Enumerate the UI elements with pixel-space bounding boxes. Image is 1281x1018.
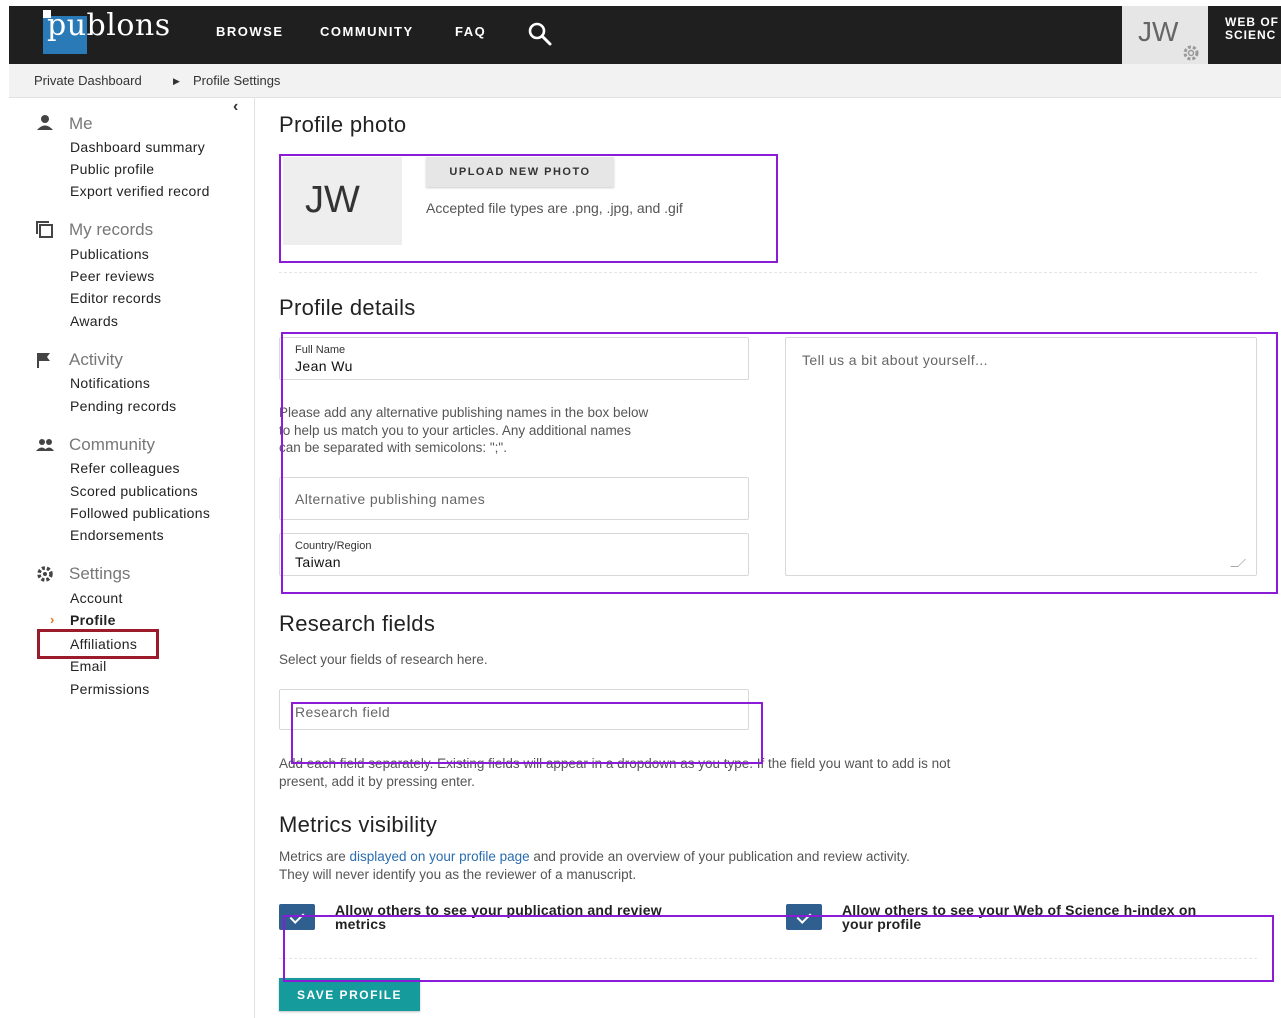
metrics-visibility-heading: Metrics visibility xyxy=(279,812,438,837)
search-icon[interactable] xyxy=(527,21,553,47)
sidebar-item-scored-publications[interactable]: Scored publications xyxy=(70,483,198,499)
photo-initials: JW xyxy=(305,179,360,221)
h-index-checkbox[interactable] xyxy=(786,904,822,930)
publication-metrics-label: Allow others to see your publication and… xyxy=(335,903,662,931)
research-field-help: Add each field separately. Existing fiel… xyxy=(279,755,950,790)
breadcrumb-dashboard[interactable]: Private Dashboard xyxy=(34,73,142,88)
sidebar-item-profile[interactable]: Profile xyxy=(70,612,116,628)
section-divider xyxy=(279,272,1257,273)
metrics-description: Metrics are displayed on your profile pa… xyxy=(279,848,910,883)
research-fields-heading: Research fields xyxy=(279,611,436,636)
full-name-label: Full Name xyxy=(295,344,346,356)
sidebar-item-followed-publications[interactable]: Followed publications xyxy=(70,505,210,521)
sidebar-section-community: Community xyxy=(69,435,155,454)
research-field-placeholder: Research field xyxy=(295,704,391,720)
metrics-text-b: and provide an overview of your publicat… xyxy=(529,849,910,864)
research-field-help-line-2: present, add it by pressing enter. xyxy=(279,773,475,789)
full-name-value: Jean Wu xyxy=(295,358,353,374)
alt-names-help-line-2: to help us match you to your articles. A… xyxy=(279,422,631,438)
sidebar-item-editor-records[interactable]: Editor records xyxy=(70,290,161,306)
sidebar-item-permissions[interactable]: Permissions xyxy=(70,681,150,697)
nav-faq[interactable]: FAQ xyxy=(455,24,486,39)
strikethrough-annotation xyxy=(292,762,762,763)
affiliations-highlight-annotation xyxy=(37,629,159,659)
country-region-value: Taiwan xyxy=(295,554,341,570)
top-nav-bar: publons BROWSE COMMUNITY FAQ JW WEB OF S… xyxy=(9,6,1281,64)
sidebar-item-pending-records[interactable]: Pending records xyxy=(70,398,176,414)
avatar-initials: JW xyxy=(1138,16,1179,47)
sidebar-section-settings: Settings xyxy=(69,564,131,583)
logo-text: publons xyxy=(47,8,171,43)
publication-metrics-checkbox[interactable] xyxy=(279,904,315,930)
sidebar-item-public-profile[interactable]: Public profile xyxy=(70,161,154,177)
bio-textarea[interactable]: Tell us a bit about yourself... xyxy=(785,337,1257,576)
flag-icon xyxy=(37,353,50,368)
metrics-text-a: Metrics are xyxy=(279,849,350,864)
profile-photo-placeholder: JW xyxy=(283,157,402,245)
active-chevron-icon: › xyxy=(50,612,55,627)
profile-details-heading: Profile details xyxy=(279,295,416,320)
publication-metrics-label-line-1: Allow others to see your publication and… xyxy=(335,902,662,918)
section-divider xyxy=(279,958,1257,959)
sidebar-item-endorsements[interactable]: Endorsements xyxy=(70,527,164,543)
user-avatar-menu[interactable]: JW xyxy=(1122,6,1208,64)
sidebar-item-awards[interactable]: Awards xyxy=(70,313,118,329)
metrics-description-line-2: They will never identify you as the revi… xyxy=(279,866,637,882)
sidebar-item-email[interactable]: Email xyxy=(70,658,107,674)
alternative-names-input[interactable]: Alternative publishing names xyxy=(279,477,749,520)
nav-community[interactable]: COMMUNITY xyxy=(320,24,414,39)
collapse-sidebar-icon[interactable]: ‹ xyxy=(233,98,238,116)
community-icon xyxy=(36,439,54,451)
sidebar-item-publications[interactable]: Publications xyxy=(70,246,149,262)
person-icon xyxy=(37,115,53,130)
breadcrumb-separator-icon: ▶ xyxy=(173,76,180,86)
alternative-names-placeholder: Alternative publishing names xyxy=(295,491,486,507)
sidebar: ‹ Me Dashboard summary Public profile Ex… xyxy=(9,98,255,1018)
sidebar-item-notifications[interactable]: Notifications xyxy=(70,375,150,391)
country-region-field[interactable]: Country/Region Taiwan xyxy=(279,533,749,576)
settings-gear-icon xyxy=(37,566,53,582)
gear-icon xyxy=(1183,45,1199,61)
alt-names-help: Please add any alternative publishing na… xyxy=(279,404,648,457)
breadcrumb-current: Profile Settings xyxy=(193,73,281,88)
h-index-label-line-2: your profile xyxy=(842,916,922,932)
resize-handle-icon[interactable] xyxy=(1230,559,1246,567)
sidebar-section-my-records: My records xyxy=(69,220,154,239)
sidebar-item-export-verified-record[interactable]: Export verified record xyxy=(70,183,210,199)
breadcrumb: Private Dashboard ▶ Profile Settings xyxy=(9,64,1281,98)
brand-line-2: SCIENC xyxy=(1225,28,1277,42)
publication-metrics-label-line-2: metrics xyxy=(335,916,387,932)
sidebar-item-dashboard-summary[interactable]: Dashboard summary xyxy=(70,139,205,155)
h-index-label-line-1: Allow others to see your Web of Science … xyxy=(842,902,1197,918)
save-profile-button[interactable]: SAVE PROFILE xyxy=(279,978,420,1011)
research-fields-subtitle: Select your fields of research here. xyxy=(279,652,488,667)
upload-file-types-note: Accepted file types are .png, .jpg, and … xyxy=(426,200,683,216)
sidebar-item-refer-colleagues[interactable]: Refer colleagues xyxy=(70,460,180,476)
nav-browse[interactable]: BROWSE xyxy=(216,24,284,39)
country-region-label: Country/Region xyxy=(295,540,372,552)
sidebar-section-me: Me xyxy=(69,114,93,133)
h-index-label: Allow others to see your Web of Science … xyxy=(842,903,1196,931)
sidebar-item-peer-reviews[interactable]: Peer reviews xyxy=(70,268,155,284)
alt-names-help-line-3: can be separated with semicolons: ";". xyxy=(279,440,507,455)
full-name-field[interactable]: Full Name Jean Wu xyxy=(279,337,749,380)
upload-new-photo-button[interactable]: UPLOAD NEW PHOTO xyxy=(426,157,614,187)
records-icon xyxy=(36,221,53,238)
sidebar-section-activity: Activity xyxy=(69,350,123,369)
metrics-description-line-1: Metrics are displayed on your profile pa… xyxy=(279,848,910,866)
profile-photo-heading: Profile photo xyxy=(279,112,407,137)
profile-page-link[interactable]: displayed on your profile page xyxy=(350,849,530,864)
bio-placeholder: Tell us a bit about yourself... xyxy=(802,352,988,368)
sidebar-item-account[interactable]: Account xyxy=(70,590,123,606)
research-field-input[interactable]: Research field xyxy=(279,689,749,730)
alt-names-help-line-1: Please add any alternative publishing na… xyxy=(279,405,649,420)
research-field-help-line-1: Add each field separately. Existing fiel… xyxy=(279,756,951,771)
web-of-science-brand[interactable]: WEB OF SCIENC xyxy=(1225,16,1279,42)
